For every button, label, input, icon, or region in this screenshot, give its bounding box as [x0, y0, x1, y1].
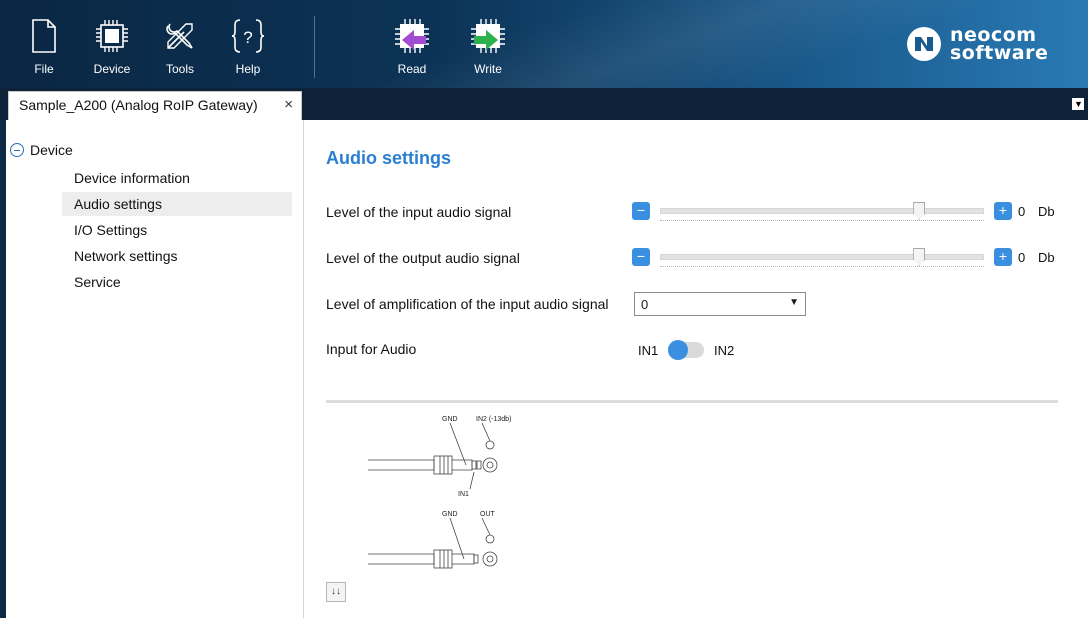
output-level-slider-track[interactable]	[660, 254, 984, 260]
expand-button[interactable]: ↓↓	[326, 582, 346, 602]
sidebar-item-device-information[interactable]: Device information	[62, 166, 292, 190]
input-level-slider-ticks	[660, 220, 984, 223]
write-icon	[471, 19, 505, 53]
amplification-value: 0	[641, 297, 649, 312]
output-level-increase-button[interactable]: +	[994, 248, 1012, 266]
audio-settings-panel: Audio settings Level of the input audio …	[304, 120, 1088, 618]
navigation-tree: Device Device information Audio settings…	[6, 120, 304, 618]
write-button[interactable]: Write	[460, 8, 516, 80]
output-level-unit: Db	[1038, 250, 1055, 265]
output-level-slider-thumb[interactable]	[913, 248, 926, 266]
collapse-icon[interactable]	[10, 143, 24, 157]
tools-label: Tools	[165, 62, 194, 76]
tools-button[interactable]: Tools	[152, 8, 208, 80]
tab-sample-a200[interactable]: Sample_A200 (Analog RoIP Gateway) ×	[8, 91, 302, 120]
neocom-logo: neocom software	[906, 22, 1076, 66]
output-connector-drawing	[368, 517, 498, 569]
chip-icon	[96, 20, 128, 52]
sidebar-item-service[interactable]: Service	[62, 270, 292, 294]
amplification-label: Level of amplification of the input audi…	[326, 296, 609, 312]
file-button[interactable]: File	[16, 8, 72, 80]
device-label: Device	[93, 62, 131, 76]
device-button[interactable]: Device	[84, 8, 140, 80]
input-level-slider-track[interactable]	[660, 208, 984, 214]
document-tabstrip: Sample_A200 (Analog RoIP Gateway) ×	[0, 88, 1088, 120]
logo-line2: software	[950, 42, 1049, 64]
in1-label: IN1	[638, 343, 659, 358]
in2-label: IN2	[714, 343, 735, 358]
sidebar-item-label: Network settings	[74, 248, 178, 264]
help-icon: ?	[231, 19, 265, 53]
sidebar-item-audio-settings[interactable]: Audio settings	[62, 192, 292, 216]
page-title: Audio settings	[326, 148, 451, 168]
output-level-value: 0	[1018, 250, 1026, 265]
help-button[interactable]: ? Help	[220, 8, 276, 80]
diagram-out-label: OUT	[480, 511, 496, 518]
tree-root-device[interactable]: Device	[10, 142, 73, 158]
close-icon[interactable]: ×	[284, 96, 293, 113]
main-toolbar: File Device Tools ? Help Read Write neoc…	[0, 0, 1088, 88]
read-button[interactable]: Read	[384, 8, 440, 80]
svg-text:?: ?	[243, 28, 252, 47]
sidebar-item-label: Service	[74, 274, 121, 290]
toggle-knob	[668, 340, 688, 360]
main-frame: Device Device information Audio settings…	[6, 120, 1088, 618]
help-label: Help	[235, 62, 261, 76]
read-label: Read	[397, 62, 427, 76]
input-level-slider-thumb[interactable]	[913, 202, 926, 220]
input-for-audio-label: Input for Audio	[326, 341, 417, 357]
diagram-in1-label: IN1	[458, 491, 469, 498]
sidebar-item-label: I/O Settings	[74, 222, 148, 238]
diagram-gnd-label-top: GND	[442, 416, 458, 423]
diagram-in2-label: IN2 (-13db)	[476, 416, 511, 423]
input-level-value: 0	[1018, 204, 1026, 219]
tab-menu-button[interactable]: ▼	[1072, 98, 1084, 110]
input-level-label: Level of the input audio signal	[326, 204, 512, 220]
sidebar-item-network-settings[interactable]: Network settings	[62, 244, 292, 268]
output-level-slider-ticks	[660, 266, 984, 269]
input-for-audio-toggle[interactable]	[668, 340, 704, 360]
sidebar-item-label: Audio settings	[74, 196, 162, 212]
toolbar-separator	[314, 16, 315, 78]
input-connector-drawing	[368, 422, 498, 490]
logo-mark-icon	[907, 27, 941, 61]
file-label: File	[34, 62, 54, 76]
section-divider	[326, 400, 1058, 403]
sidebar-item-label: Device information	[74, 170, 190, 186]
input-level-increase-button[interactable]: +	[994, 202, 1012, 220]
tools-icon	[166, 23, 193, 49]
diagram-gnd-label-bottom: GND	[442, 511, 458, 518]
input-level-decrease-button[interactable]: −	[632, 202, 650, 220]
chevron-down-icon: ▼	[789, 297, 799, 308]
amplification-select[interactable]: 0 ▼	[634, 292, 806, 316]
write-label: Write	[474, 62, 502, 76]
read-icon	[395, 19, 429, 53]
connector-diagram: GND IN2 (-13db) IN1 GND OUT	[368, 416, 511, 569]
input-level-unit: Db	[1038, 204, 1055, 219]
output-level-decrease-button[interactable]: −	[632, 248, 650, 266]
tab-title: Sample_A200 (Analog RoIP Gateway)	[19, 97, 258, 113]
chevron-down-icon: ▼	[1074, 99, 1083, 109]
sidebar-item-io-settings[interactable]: I/O Settings	[62, 218, 292, 242]
tree-root-label: Device	[30, 142, 73, 158]
file-icon	[32, 19, 56, 53]
output-level-label: Level of the output audio signal	[326, 250, 520, 266]
